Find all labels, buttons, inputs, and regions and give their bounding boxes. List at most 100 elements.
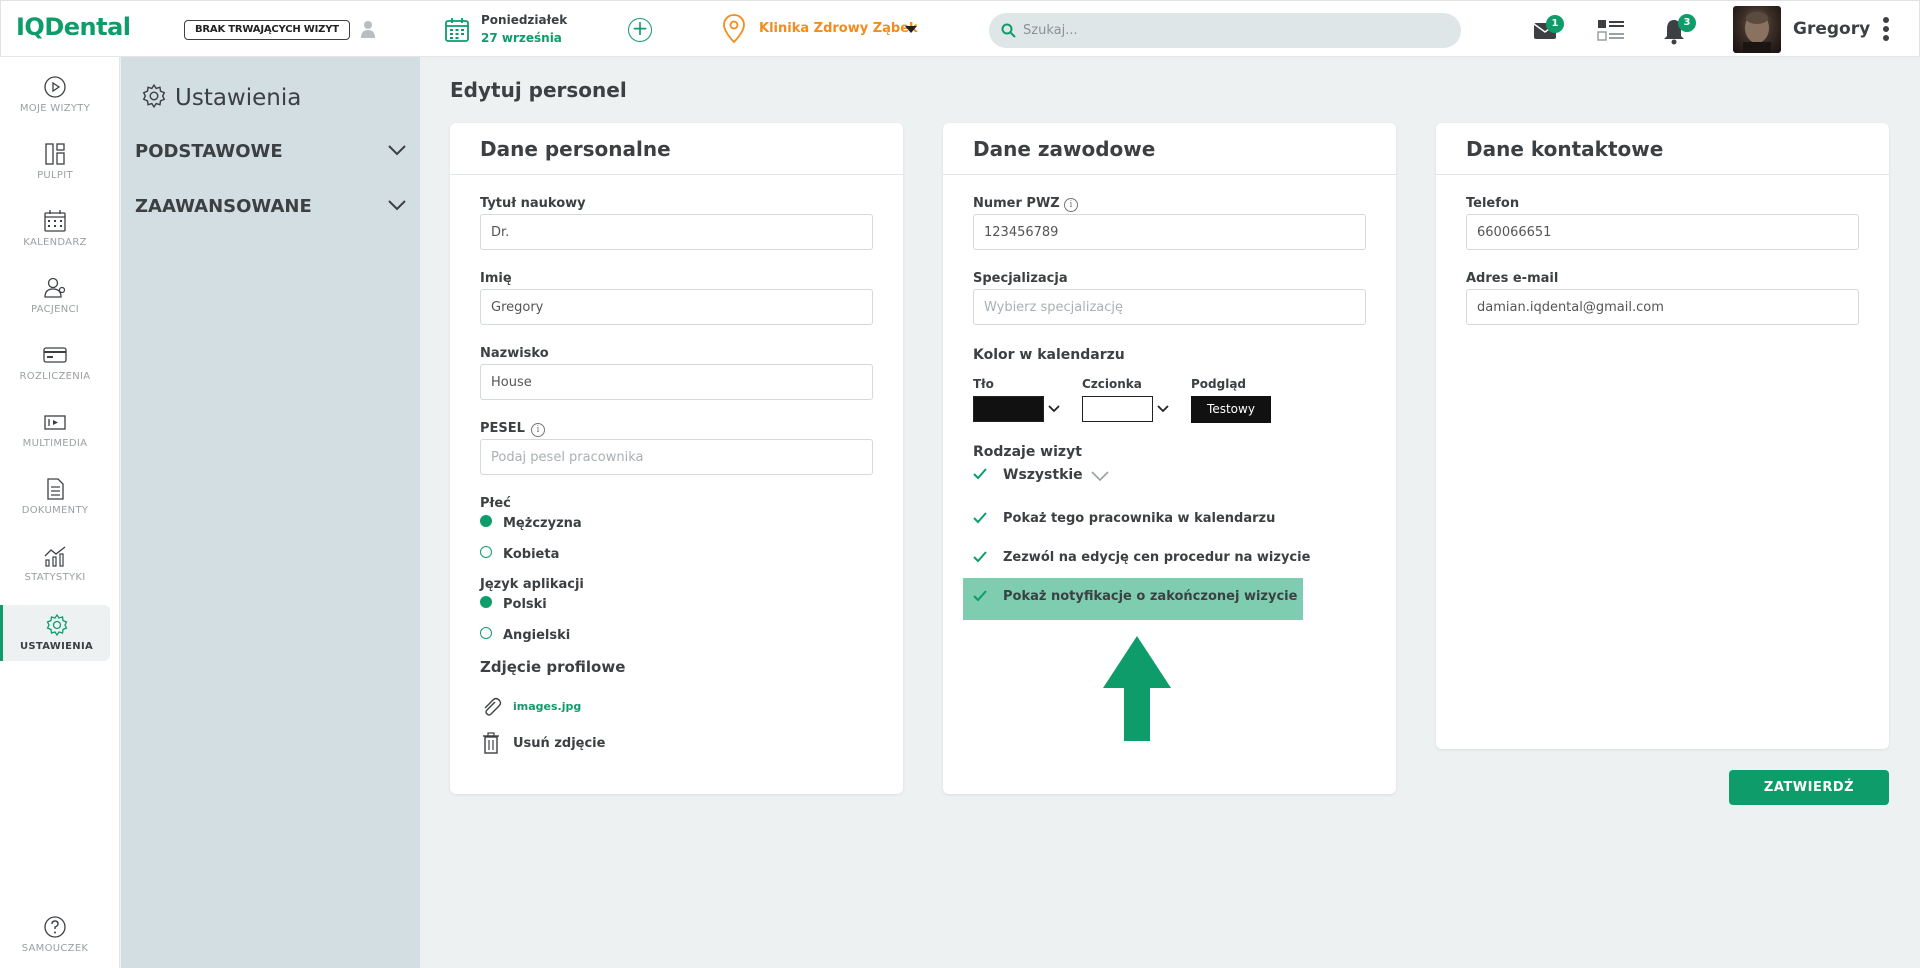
trash-icon[interactable]	[482, 732, 500, 754]
username[interactable]: Gregory	[1793, 19, 1870, 39]
bg-color-label: Tło	[973, 377, 994, 391]
settings-section-zaawansowane[interactable]: ZAAWANSOWANE	[135, 196, 407, 217]
check-icon[interactable]	[973, 512, 987, 524]
media-icon	[44, 415, 66, 430]
calendar-color-label: Kolor w kalendarzu	[973, 347, 1125, 363]
lang-polish-label[interactable]: Polski	[503, 597, 547, 612]
lang-polish-radio[interactable]	[480, 596, 492, 608]
nav-item-statystyki[interactable]: STATYSTYKI	[0, 536, 110, 592]
nav-label: KALENDARZ	[23, 237, 87, 248]
first-name-label: Imię	[480, 271, 512, 286]
lang-english-radio[interactable]	[480, 627, 492, 639]
card-icon	[43, 347, 67, 363]
gear-icon	[142, 83, 166, 109]
add-visit-button[interactable]: +	[628, 18, 652, 42]
search-input[interactable]	[1023, 13, 1443, 48]
task-list-icon[interactable]	[1597, 18, 1625, 42]
option-edit-prices[interactable]: Zezwól na edycję cen procedur na wizycie	[1003, 550, 1310, 565]
card-title: Dane zawodowe	[973, 137, 1156, 161]
option-visit-notifications[interactable]: Pokaż notyfikacje o zakończonej wizycie	[1003, 589, 1297, 604]
nav-item-ustawienia[interactable]: USTAWIENIA	[0, 605, 110, 661]
phone-input[interactable]	[1466, 214, 1859, 250]
nav-label: STATYSTYKI	[24, 572, 86, 583]
document-icon	[47, 478, 64, 500]
card-title: Dane kontaktowe	[1466, 137, 1664, 161]
gender-male-radio[interactable]	[480, 515, 492, 527]
nav-item-rozliczenia[interactable]: ROZLICZENIA	[0, 335, 110, 391]
date-date: 27 września	[481, 31, 562, 45]
last-name-input[interactable]	[480, 364, 873, 400]
search-icon	[1001, 23, 1016, 38]
title-input[interactable]	[480, 214, 873, 250]
nav-item-kalendarz[interactable]: KALENDARZ	[0, 201, 110, 257]
nav-label: USTAWIENIA	[19, 641, 94, 652]
app-logo[interactable]: IQDental	[16, 13, 131, 41]
settings-section-podstawowe[interactable]: PODSTAWOWE	[135, 141, 407, 162]
title-label: Tytuł naukowy	[480, 196, 586, 211]
info-icon[interactable]: i	[531, 423, 545, 437]
nav-label: SAMOUCZEK	[21, 943, 89, 954]
search-bar	[989, 13, 1461, 48]
nav-item-dokumenty[interactable]: DOKUMENTY	[0, 469, 110, 525]
card-header: Dane kontaktowe	[1436, 123, 1889, 175]
nav-item-samouczek[interactable]: SAMOUCZEK	[0, 907, 110, 963]
arrow-up-icon	[1103, 636, 1171, 741]
bg-color-swatch[interactable]	[973, 396, 1044, 422]
remove-photo-button[interactable]: Usuń zdjęcie	[513, 736, 605, 751]
mail-count-badge: 1	[1546, 15, 1564, 33]
info-icon[interactable]: i	[1064, 198, 1078, 212]
nav-item-pacjenci[interactable]: PACJENCI	[0, 268, 110, 324]
gender-female-label[interactable]: Kobieta	[503, 547, 559, 562]
gear-icon	[46, 613, 67, 637]
gender-female-radio[interactable]	[480, 546, 492, 558]
avatar[interactable]	[1733, 6, 1781, 53]
location-pin-icon	[723, 14, 745, 44]
card-header: Dane personalne	[450, 123, 903, 175]
clinic-selector[interactable]: Klinika Zdrowy Ząbek	[759, 21, 918, 36]
nav-label: ROZLICZENIA	[19, 371, 91, 382]
calendar-icon[interactable]	[444, 17, 470, 43]
section-label: ZAAWANSOWANE	[135, 196, 312, 217]
date-day: Poniedziałek	[481, 13, 568, 27]
specialization-select[interactable]	[973, 289, 1366, 325]
font-color-swatch[interactable]	[1082, 396, 1153, 422]
section-label: PODSTAWOWE	[135, 141, 283, 162]
gender-label: Płeć	[480, 496, 511, 511]
pwz-input[interactable]	[973, 214, 1366, 250]
chevron-down-icon[interactable]	[1156, 404, 1170, 414]
nav-item-multimedia[interactable]: MULTIMEDIA	[0, 402, 110, 458]
personal-data-card: Dane personalne Tytuł naukowy Imię Nazwi…	[450, 123, 903, 794]
chevron-down-icon[interactable]	[1047, 404, 1061, 414]
chevron-down-icon[interactable]	[1090, 470, 1110, 482]
nav-item-moje-wizyty[interactable]: MOJE WIZYTY	[0, 67, 110, 123]
play-circle-icon	[44, 76, 66, 98]
font-color-label: Czcionka	[1082, 377, 1142, 391]
pesel-label: PESEL	[480, 421, 525, 436]
check-icon[interactable]	[973, 551, 987, 563]
more-menu-icon[interactable]	[1881, 15, 1891, 45]
paperclip-icon	[484, 697, 502, 716]
email-label: Adres e-mail	[1466, 271, 1559, 286]
caret-down-icon[interactable]	[905, 26, 917, 33]
gender-male-label[interactable]: Mężczyzna	[503, 516, 582, 531]
option-show-in-calendar[interactable]: Pokaż tego pracownika w kalendarzu	[1003, 511, 1275, 526]
check-icon[interactable]	[973, 590, 987, 602]
phone-label: Telefon	[1466, 196, 1520, 211]
photo-file-link[interactable]: images.jpg	[513, 700, 581, 713]
language-label: Język aplikacji	[480, 577, 584, 592]
chevron-down-icon	[388, 145, 406, 156]
submit-button[interactable]: ZATWIERDŹ	[1729, 770, 1889, 805]
visit-status-badge[interactable]: BRAK TRWAJĄCYCH WIZYT	[184, 20, 350, 40]
nav-item-pulpit[interactable]: PULPIT	[0, 134, 110, 190]
visit-types-select[interactable]: Wszystkie	[1003, 467, 1083, 483]
nav-label: PULPIT	[37, 170, 73, 181]
lang-english-label[interactable]: Angielski	[503, 628, 570, 643]
dashboard-icon	[45, 143, 65, 165]
email-input[interactable]	[1466, 289, 1859, 325]
stats-icon	[44, 546, 66, 567]
card-title: Dane personalne	[480, 137, 671, 161]
first-name-input[interactable]	[480, 289, 873, 325]
pesel-input[interactable]	[480, 439, 873, 475]
check-icon[interactable]	[973, 468, 987, 480]
left-navigation: MOJE WIZYTY PULPIT KALENDARZ PACJENCI RO…	[0, 57, 120, 968]
